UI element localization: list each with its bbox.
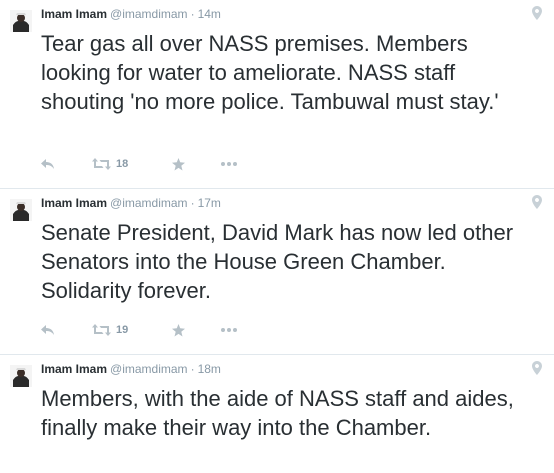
retweet-button[interactable]: 18 [92, 156, 128, 172]
retweet-icon [92, 324, 111, 336]
favorite-button[interactable] [172, 156, 185, 172]
more-options-button[interactable] [221, 156, 237, 172]
timestamp[interactable]: 18m [198, 362, 221, 376]
retweet-count: 18 [116, 158, 129, 170]
author-handle[interactable]: @imamdimam [110, 196, 188, 210]
more-icon [221, 328, 237, 332]
separator: · [190, 7, 195, 21]
retweet-button[interactable]: 19 [92, 322, 128, 338]
star-icon [172, 157, 185, 170]
tweet-text: Members, with the aide of NASS staff and… [41, 386, 514, 440]
location-pin-icon[interactable] [532, 6, 542, 20]
tweet-actions: 19 [41, 322, 261, 338]
tweet-text: Tear gas all over NASS premises. Members… [41, 31, 499, 114]
more-options-button[interactable] [221, 322, 237, 338]
author-name[interactable]: Imam Imam [41, 362, 107, 376]
retweet-count: 19 [116, 324, 129, 336]
timestamp[interactable]: 17m [198, 196, 221, 210]
reply-button[interactable] [41, 156, 55, 172]
author-name[interactable]: Imam Imam [41, 7, 107, 21]
author-handle[interactable]: @imamdimam [110, 362, 188, 376]
star-icon [172, 323, 185, 336]
reply-icon [41, 325, 54, 335]
favorite-button[interactable] [172, 322, 185, 338]
timeline: Imam Imam @imamdimam · 14m Tear gas all ove… [0, 0, 554, 473]
tweet[interactable]: Imam Imam @imamdimam · 18m Members, with th… [0, 355, 554, 473]
separator: · [190, 196, 195, 210]
author-name[interactable]: Imam Imam [41, 196, 107, 210]
author-handle[interactable]: @imamdimam [110, 7, 188, 21]
avatar[interactable] [10, 365, 32, 387]
avatar[interactable] [10, 199, 32, 221]
tweet-header: Imam Imam @imamdimam · 14m [41, 7, 221, 21]
tweet-header: Imam Imam @imamdimam · 17m [41, 196, 221, 210]
reply-icon [41, 159, 54, 169]
reply-button[interactable] [41, 322, 55, 338]
tweet[interactable]: Imam Imam @imamdimam · 14m Tear gas all ove… [0, 0, 554, 189]
tweet-header: Imam Imam @imamdimam · 18m [41, 362, 221, 376]
location-pin-icon[interactable] [532, 195, 542, 209]
tweet-actions: 18 [41, 156, 261, 172]
location-pin-icon[interactable] [532, 361, 542, 375]
avatar[interactable] [10, 10, 32, 32]
tweet-text: Senate President, David Mark has now led… [41, 220, 514, 303]
more-icon [221, 162, 237, 166]
tweet[interactable]: Imam Imam @imamdimam · 17m Senate President… [0, 189, 554, 355]
retweet-icon [92, 158, 111, 170]
separator: · [190, 362, 195, 376]
timestamp[interactable]: 14m [198, 7, 221, 21]
